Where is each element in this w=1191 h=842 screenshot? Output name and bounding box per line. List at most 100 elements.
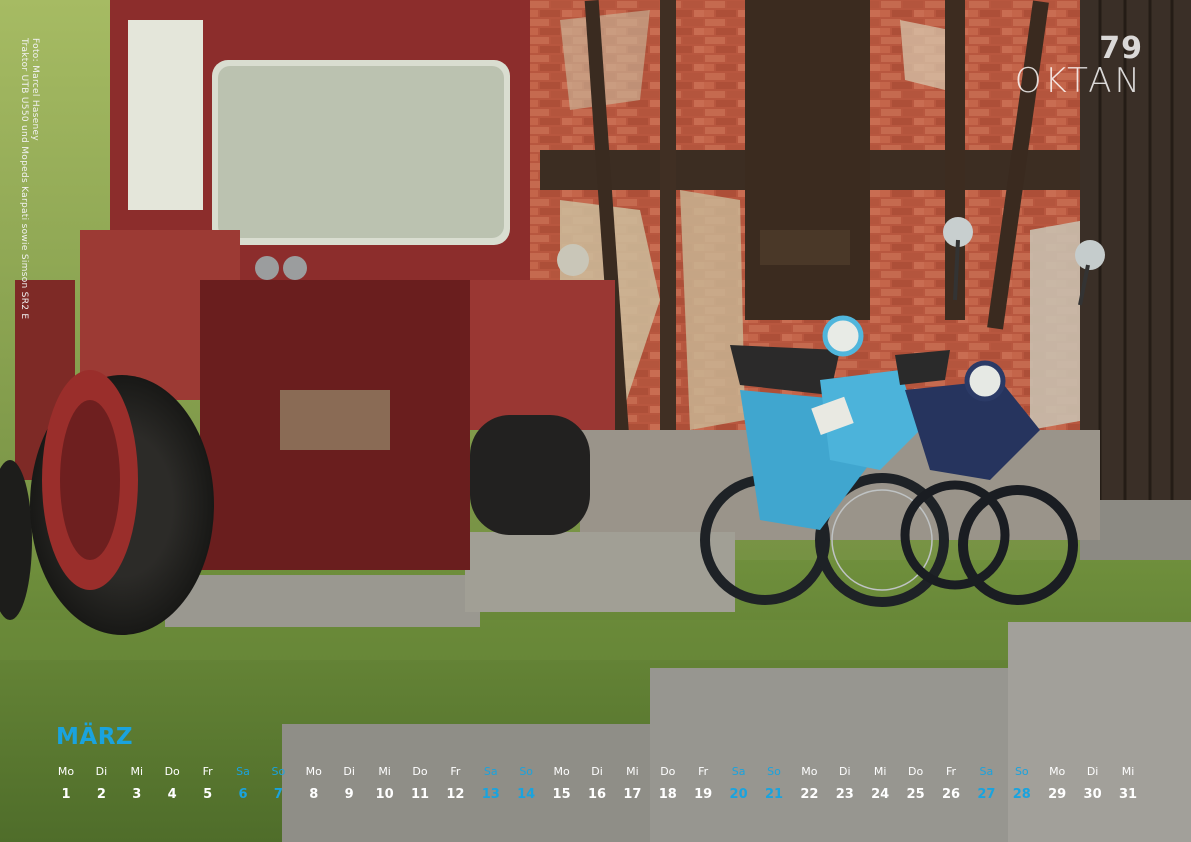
- day-number: 10: [375, 787, 394, 802]
- calendar-day: Fr 12: [437, 762, 473, 808]
- calendar-day: Di 2: [83, 762, 119, 808]
- calendar-day: Do 11: [402, 762, 438, 808]
- calendar-day: Mo 22: [791, 762, 827, 808]
- day-number: 26: [941, 787, 961, 802]
- brand-logo: 79 OKTAN: [1014, 31, 1143, 101]
- brand-number: 79: [1099, 31, 1143, 66]
- day-number: 19: [694, 787, 713, 802]
- calendar-day: Sa 13: [473, 762, 509, 808]
- day-number: 31: [1118, 787, 1138, 802]
- day-number: 8: [309, 787, 319, 802]
- weekday-label: Mo: [553, 765, 570, 778]
- weekday-label: Di: [95, 765, 108, 778]
- calendar-day: Sa 6: [225, 762, 261, 808]
- weekday-label: Mo: [801, 765, 818, 778]
- weekday-label: So: [519, 765, 534, 778]
- weekday-label: Sa: [979, 765, 994, 778]
- day-number: 13: [481, 787, 500, 802]
- brand-name: OKTAN: [1014, 61, 1143, 101]
- month-title: MÄRZ: [56, 724, 134, 750]
- calendar-day: Mi 10: [367, 762, 403, 808]
- calendar-day: Mo 8: [296, 762, 332, 808]
- weekday-label: Sa: [236, 765, 250, 778]
- calendar-day: Di 23: [827, 762, 863, 808]
- day-number: 2: [96, 787, 106, 802]
- calendar-day: So 21: [756, 762, 792, 808]
- weekday-label: Di: [1086, 765, 1099, 778]
- day-number: 9: [344, 787, 354, 802]
- calendar-day: So 14: [508, 762, 544, 808]
- weekday-label: Mi: [873, 765, 887, 778]
- weekday-label: Do: [660, 765, 676, 778]
- weekday-label: So: [767, 765, 781, 778]
- weekday-label: Sa: [731, 765, 746, 778]
- day-number: 6: [238, 787, 248, 802]
- weekday-label: Mi: [130, 765, 144, 778]
- day-number: 14: [517, 787, 536, 802]
- weekday-label: Di: [343, 765, 355, 778]
- calendar-day: Do 4: [154, 762, 190, 808]
- weekday-label: Mo: [305, 765, 322, 778]
- calendar-day: Fr 19: [685, 762, 721, 808]
- day-number: 7: [273, 787, 283, 802]
- weekday-label: Mo: [57, 765, 75, 778]
- day-number: 17: [623, 787, 642, 802]
- calendar-day: Fr 5: [190, 762, 226, 808]
- day-number: 23: [835, 787, 854, 802]
- day-number: 15: [552, 787, 571, 802]
- weekday-label: Mi: [1121, 765, 1135, 778]
- weekday-label: So: [1014, 765, 1029, 778]
- calendar-day: So 28: [1004, 762, 1040, 808]
- weekday-label: Mo: [1049, 765, 1066, 778]
- day-number: 3: [132, 787, 142, 802]
- day-number: 5: [203, 787, 213, 802]
- weekday-label: So: [271, 765, 286, 778]
- calendar-day: Mo 29: [1039, 762, 1075, 808]
- weekday-label: Fr: [450, 765, 461, 778]
- day-number: 21: [764, 787, 784, 802]
- calendar-day: Mi 3: [119, 762, 155, 808]
- day-number: 18: [658, 787, 677, 802]
- day-number: 22: [800, 787, 819, 802]
- calendar-day: Di 30: [1075, 762, 1111, 808]
- calendar-day: Mi 24: [862, 762, 898, 808]
- calendar-day: Mi 17: [614, 762, 650, 808]
- calendar-day: Fr 26: [933, 762, 969, 808]
- calendar-day: Do 18: [650, 762, 686, 808]
- calendar-strip: Mo 1 Di 2 Mi 3 Do 4 Fr 5 Sa 6 So 7 Mo 8 Di 9 Mi 10 Do 11 Fr 12 S…: [48, 762, 1143, 810]
- calendar-day: Sa 27: [968, 762, 1004, 808]
- photo-tractor-and-mopeds: [0, 0, 1191, 842]
- calendar-page: Foto: Marcel Haseney Traktor UTB U550 und…: [0, 0, 1191, 842]
- weekday-label: Fr: [698, 765, 709, 778]
- weekday-label: Mi: [378, 765, 391, 778]
- day-number: 24: [871, 787, 890, 802]
- calendar-day: Di 9: [331, 762, 367, 808]
- day-number: 29: [1048, 787, 1067, 802]
- day-number: 20: [729, 787, 748, 802]
- calendar-day: Mo 1: [48, 762, 84, 808]
- weekday-label: Sa: [483, 765, 498, 778]
- calendar-day: So 7: [260, 762, 296, 808]
- day-number: 28: [1012, 787, 1031, 802]
- weekday-label: Fr: [202, 765, 213, 778]
- weekday-label: Di: [839, 765, 851, 778]
- day-number: 27: [977, 787, 996, 802]
- day-number: 12: [446, 787, 465, 802]
- day-number: 30: [1083, 787, 1102, 802]
- photo-credit: Foto: Marcel Haseney Traktor UTB U550 und…: [19, 38, 40, 320]
- calendar-day: Mi 31: [1110, 762, 1146, 808]
- weekday-label: Mi: [626, 765, 639, 778]
- day-number: 11: [410, 787, 430, 802]
- day-number: 1: [61, 787, 71, 802]
- calendar-day: Di 16: [579, 762, 615, 808]
- day-number: 16: [587, 787, 607, 802]
- calendar-day: Sa 20: [721, 762, 757, 808]
- weekday-label: Do: [412, 765, 428, 778]
- weekday-label: Di: [591, 765, 603, 778]
- weekday-label: Fr: [945, 765, 957, 778]
- day-number: 25: [906, 787, 925, 802]
- calendar-day: Do 25: [898, 762, 934, 808]
- day-number: 4: [167, 787, 177, 802]
- weekday-label: Do: [907, 765, 924, 778]
- weekday-label: Do: [164, 765, 180, 778]
